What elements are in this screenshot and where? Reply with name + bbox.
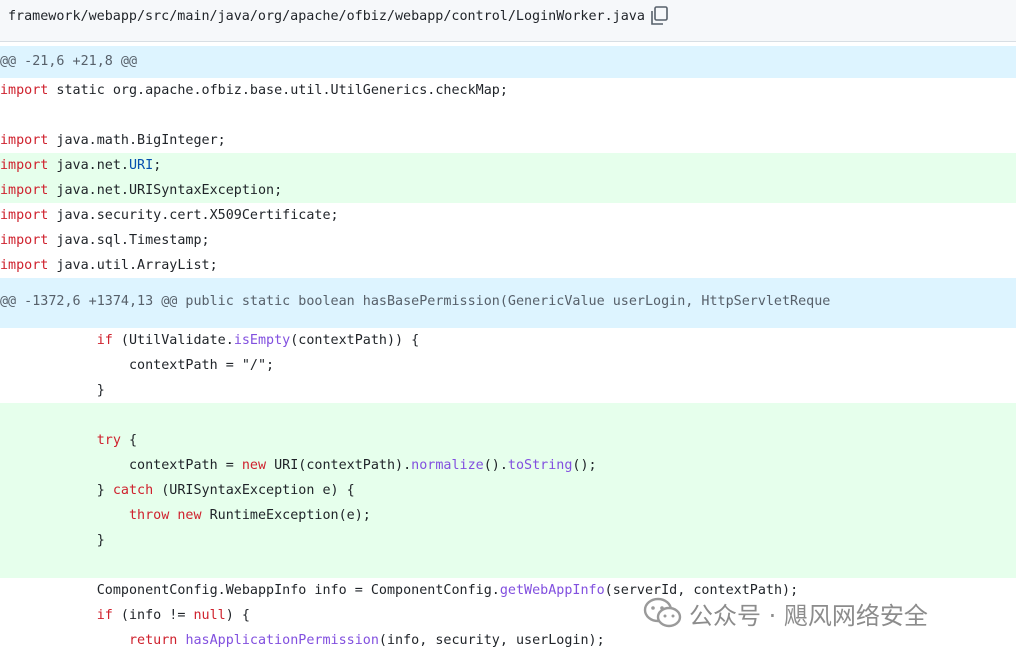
hunk-header: @@ -1372,6 +1374,13 @@ public static boo…: [0, 278, 1016, 328]
added-line: try {: [0, 428, 1016, 453]
file-header: framework/webapp/src/main/java/org/apach…: [0, 0, 1016, 42]
wechat-icon: [643, 597, 683, 629]
code-line: }: [0, 383, 105, 398]
added-line: import java.net.URISyntaxException;: [0, 178, 1016, 203]
code-line: import java.security.cert.X509Certificat…: [0, 208, 339, 223]
added-line: [0, 553, 1016, 578]
code-line: import java.math.BigInteger;: [0, 133, 226, 148]
copy-icon[interactable]: [648, 5, 670, 27]
code-line: contextPath = "/";: [0, 358, 275, 373]
added-line: contextPath = new URI(contextPath).norma…: [0, 453, 1016, 478]
hunk-header: @@ -21,6 +21,8 @@: [0, 46, 1016, 78]
added-line: throw new RuntimeException(e);: [0, 503, 1016, 528]
added-line: [0, 403, 1016, 428]
added-line: }: [0, 528, 1016, 553]
added-line: } catch (URISyntaxException e) {: [0, 478, 1016, 503]
code-line: import java.util.ArrayList;: [0, 258, 218, 273]
watermark-text: 公众号 · 飓风网络安全: [689, 601, 928, 630]
code-line: return hasApplicationPermission(info, se…: [129, 633, 605, 648]
watermark: 公众号 · 飓风网络安全: [643, 595, 928, 631]
file-path[interactable]: framework/webapp/src/main/java/org/apach…: [8, 9, 645, 24]
added-line: import java.net.URI;: [0, 153, 1016, 178]
code-line: if (UtilValidate.isEmpty(contextPath)) {: [96, 333, 420, 348]
code-line: import java.sql.Timestamp;: [0, 233, 210, 248]
code-line: import static org.apache.ofbiz.base.util…: [0, 83, 508, 98]
